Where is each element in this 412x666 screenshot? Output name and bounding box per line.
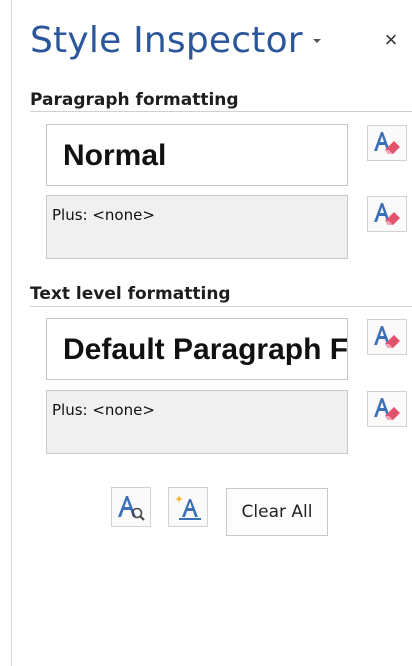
reveal-formatting-icon (118, 496, 145, 521)
paragraph-formatting-heading: Paragraph formatting (30, 90, 239, 110)
clear-character-formatting-button[interactable] (367, 391, 407, 427)
eraser-icon (374, 132, 400, 154)
new-style-button[interactable] (168, 487, 208, 527)
pane-title: Style Inspector (30, 20, 303, 61)
paragraph-plus-box: Plus: <none> (46, 195, 348, 259)
text-level-divider (30, 306, 412, 307)
reveal-formatting-button[interactable] (111, 487, 151, 527)
clear-all-button[interactable]: Clear All (226, 488, 328, 536)
paragraph-style-box: Normal (46, 124, 348, 186)
clear-paragraph-style-button[interactable] (367, 125, 407, 161)
clear-paragraph-formatting-button[interactable] (367, 196, 407, 232)
text-level-formatting-heading: Text level formatting (30, 284, 231, 304)
text-level-plus-text: Plus: <none> (52, 401, 155, 419)
clear-character-style-button[interactable] (367, 319, 407, 355)
paragraph-style-name: Normal (63, 139, 167, 172)
style-inspector-pane: Style Inspector × Paragraph formatting N… (11, 0, 412, 666)
pane-options-chevron-icon[interactable] (309, 34, 325, 48)
eraser-icon (374, 203, 400, 225)
eraser-icon (374, 398, 400, 420)
text-level-style-name: Default Paragraph Font (63, 333, 348, 366)
new-style-icon (175, 495, 201, 520)
paragraph-plus-text: Plus: <none> (52, 206, 155, 224)
eraser-icon (374, 326, 400, 348)
text-level-style-box: Default Paragraph Font (46, 318, 348, 380)
paragraph-divider (30, 111, 412, 112)
text-level-plus-box: Plus: <none> (46, 390, 348, 454)
close-button[interactable]: × (380, 29, 402, 51)
